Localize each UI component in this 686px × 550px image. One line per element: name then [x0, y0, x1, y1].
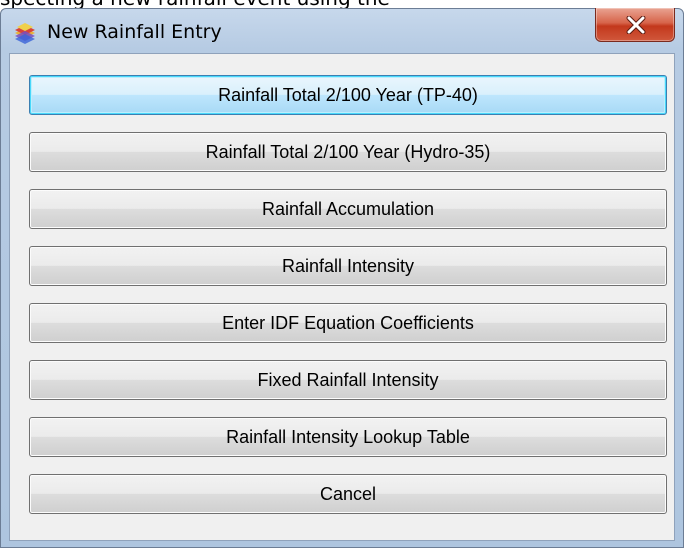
background-document-strip: specting a new rainfall event using the — [0, 0, 686, 8]
rainfall-app-icon — [13, 21, 37, 45]
background-document-text: specting a new rainfall event using the — [0, 0, 390, 8]
close-button[interactable] — [595, 8, 675, 42]
rainfall-intensity-button[interactable]: Rainfall Intensity — [29, 246, 667, 286]
title-bar[interactable]: New Rainfall Entry — [1, 8, 683, 53]
window-title: New Rainfall Entry — [47, 21, 222, 43]
rainfall-total-hydro35-button[interactable]: Rainfall Total 2/100 Year (Hydro-35) — [29, 132, 667, 172]
close-icon — [626, 16, 646, 34]
enter-idf-coefficients-button[interactable]: Enter IDF Equation Coefficients — [29, 303, 667, 343]
rainfall-accumulation-button[interactable]: Rainfall Accumulation — [29, 189, 667, 229]
rainfall-total-tp40-button[interactable]: Rainfall Total 2/100 Year (TP-40) — [29, 75, 667, 115]
rainfall-intensity-lookup-table-button[interactable]: Rainfall Intensity Lookup Table — [29, 417, 667, 457]
cancel-button[interactable]: Cancel — [29, 474, 667, 514]
fixed-rainfall-intensity-button[interactable]: Fixed Rainfall Intensity — [29, 360, 667, 400]
dialog-window: New Rainfall Entry Rainfall Total 2/100 … — [0, 8, 684, 548]
dialog-content: Rainfall Total 2/100 Year (TP-40) Rainfa… — [9, 53, 675, 541]
